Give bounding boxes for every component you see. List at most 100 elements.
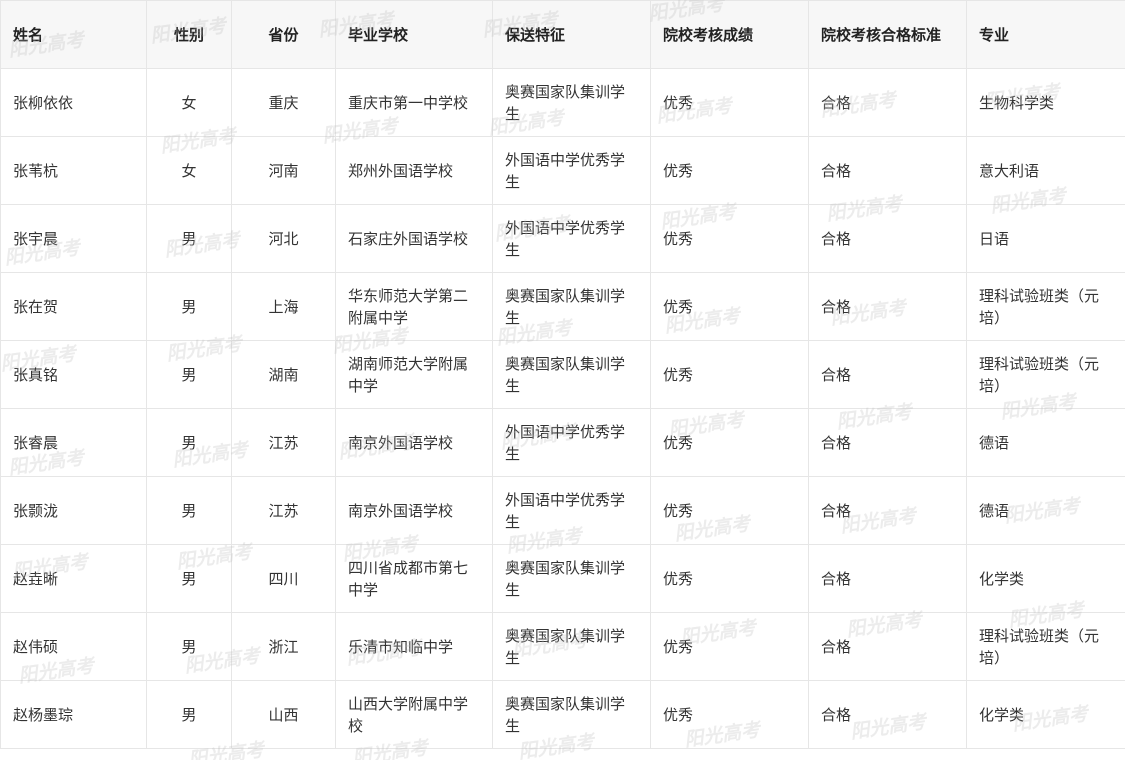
cell-school: 重庆市第一中学校 <box>335 68 493 137</box>
cell-standard: 合格 <box>808 272 967 341</box>
cell-major: 化学类 <box>966 544 1125 613</box>
header-province: 省份 <box>231 0 336 69</box>
cell-school: 四川省成都市第七中学 <box>335 544 493 613</box>
cell-standard: 合格 <box>808 612 967 681</box>
cell-score: 优秀 <box>650 612 809 681</box>
cell-score: 优秀 <box>650 68 809 137</box>
cell-score: 优秀 <box>650 204 809 273</box>
header-gender: 性别 <box>146 0 232 69</box>
cell-standard: 合格 <box>808 68 967 137</box>
cell-feature: 外国语中学优秀学生 <box>492 476 651 545</box>
table-header-row: 姓名 性别 省份 毕业学校 保送特征 院校考核成绩 院校考核合格标准 专业 <box>0 0 1125 69</box>
cell-province: 四川 <box>231 544 336 613</box>
cell-gender: 男 <box>146 408 232 477</box>
header-name: 姓名 <box>0 0 147 69</box>
table-row: 赵杨墨琮 男 山西 山西大学附属中学校 奥赛国家队集训学生 优秀 合格 化学类 <box>0 680 1125 749</box>
header-standard: 院校考核合格标准 <box>808 0 967 69</box>
cell-standard: 合格 <box>808 204 967 273</box>
cell-name: 赵杨墨琮 <box>0 680 147 749</box>
table-row: 张柳依依 女 重庆 重庆市第一中学校 奥赛国家队集训学生 优秀 合格 生物科学类 <box>0 68 1125 137</box>
cell-gender: 男 <box>146 680 232 749</box>
cell-name: 张苇杭 <box>0 136 147 205</box>
cell-major: 化学类 <box>966 680 1125 749</box>
cell-major: 生物科学类 <box>966 68 1125 137</box>
table-row: 赵垚晰 男 四川 四川省成都市第七中学 奥赛国家队集训学生 优秀 合格 化学类 <box>0 544 1125 613</box>
cell-gender: 男 <box>146 544 232 613</box>
cell-feature: 奥赛国家队集训学生 <box>492 544 651 613</box>
table-row: 张睿晨 男 江苏 南京外国语学校 外国语中学优秀学生 优秀 合格 德语 <box>0 408 1125 477</box>
table-row: 张真铭 男 湖南 湖南师范大学附属中学 奥赛国家队集训学生 优秀 合格 理科试验… <box>0 340 1125 409</box>
header-school: 毕业学校 <box>335 0 493 69</box>
table-row: 张苇杭 女 河南 郑州外国语学校 外国语中学优秀学生 优秀 合格 意大利语 <box>0 136 1125 205</box>
cell-score: 优秀 <box>650 340 809 409</box>
cell-school: 石家庄外国语学校 <box>335 204 493 273</box>
cell-school: 湖南师范大学附属中学 <box>335 340 493 409</box>
cell-feature: 奥赛国家队集训学生 <box>492 340 651 409</box>
admission-table: 姓名 性别 省份 毕业学校 保送特征 院校考核成绩 院校考核合格标准 专业 张柳… <box>0 0 1125 749</box>
cell-school: 南京外国语学校 <box>335 408 493 477</box>
cell-province: 山西 <box>231 680 336 749</box>
cell-score: 优秀 <box>650 408 809 477</box>
cell-major: 德语 <box>966 408 1125 477</box>
cell-name: 赵垚晰 <box>0 544 147 613</box>
cell-name: 张真铭 <box>0 340 147 409</box>
cell-school: 山西大学附属中学校 <box>335 680 493 749</box>
cell-major: 理科试验班类（元培） <box>966 340 1125 409</box>
cell-major: 德语 <box>966 476 1125 545</box>
cell-province: 重庆 <box>231 68 336 137</box>
cell-score: 优秀 <box>650 476 809 545</box>
table-row: 赵伟硕 男 浙江 乐清市知临中学 奥赛国家队集训学生 优秀 合格 理科试验班类（… <box>0 612 1125 681</box>
cell-name: 张颢泷 <box>0 476 147 545</box>
cell-province: 河南 <box>231 136 336 205</box>
cell-name: 张在贺 <box>0 272 147 341</box>
cell-standard: 合格 <box>808 408 967 477</box>
cell-feature: 奥赛国家队集训学生 <box>492 680 651 749</box>
cell-province: 上海 <box>231 272 336 341</box>
cell-name: 张睿晨 <box>0 408 147 477</box>
cell-name: 赵伟硕 <box>0 612 147 681</box>
cell-feature: 奥赛国家队集训学生 <box>492 612 651 681</box>
cell-school: 乐清市知临中学 <box>335 612 493 681</box>
header-score: 院校考核成绩 <box>650 0 809 69</box>
cell-province: 浙江 <box>231 612 336 681</box>
header-feature: 保送特征 <box>492 0 651 69</box>
table-row: 张颢泷 男 江苏 南京外国语学校 外国语中学优秀学生 优秀 合格 德语 <box>0 476 1125 545</box>
cell-feature: 奥赛国家队集训学生 <box>492 68 651 137</box>
cell-standard: 合格 <box>808 544 967 613</box>
cell-province: 湖南 <box>231 340 336 409</box>
table-row: 张宇晨 男 河北 石家庄外国语学校 外国语中学优秀学生 优秀 合格 日语 <box>0 204 1125 273</box>
cell-name: 张柳依依 <box>0 68 147 137</box>
cell-feature: 外国语中学优秀学生 <box>492 136 651 205</box>
cell-gender: 女 <box>146 136 232 205</box>
cell-gender: 男 <box>146 272 232 341</box>
cell-gender: 男 <box>146 204 232 273</box>
cell-feature: 奥赛国家队集训学生 <box>492 272 651 341</box>
cell-score: 优秀 <box>650 136 809 205</box>
cell-score: 优秀 <box>650 680 809 749</box>
cell-score: 优秀 <box>650 272 809 341</box>
cell-major: 日语 <box>966 204 1125 273</box>
cell-gender: 女 <box>146 68 232 137</box>
cell-school: 华东师范大学第二附属中学 <box>335 272 493 341</box>
cell-standard: 合格 <box>808 136 967 205</box>
cell-major: 意大利语 <box>966 136 1125 205</box>
cell-feature: 外国语中学优秀学生 <box>492 204 651 273</box>
cell-score: 优秀 <box>650 544 809 613</box>
table-row: 张在贺 男 上海 华东师范大学第二附属中学 奥赛国家队集训学生 优秀 合格 理科… <box>0 272 1125 341</box>
cell-province: 河北 <box>231 204 336 273</box>
cell-province: 江苏 <box>231 476 336 545</box>
cell-gender: 男 <box>146 340 232 409</box>
header-major: 专业 <box>966 0 1125 69</box>
cell-major: 理科试验班类（元培） <box>966 272 1125 341</box>
cell-school: 郑州外国语学校 <box>335 136 493 205</box>
cell-standard: 合格 <box>808 340 967 409</box>
cell-school: 南京外国语学校 <box>335 476 493 545</box>
cell-name: 张宇晨 <box>0 204 147 273</box>
cell-standard: 合格 <box>808 476 967 545</box>
cell-province: 江苏 <box>231 408 336 477</box>
cell-feature: 外国语中学优秀学生 <box>492 408 651 477</box>
cell-major: 理科试验班类（元培） <box>966 612 1125 681</box>
cell-standard: 合格 <box>808 680 967 749</box>
cell-gender: 男 <box>146 612 232 681</box>
cell-gender: 男 <box>146 476 232 545</box>
